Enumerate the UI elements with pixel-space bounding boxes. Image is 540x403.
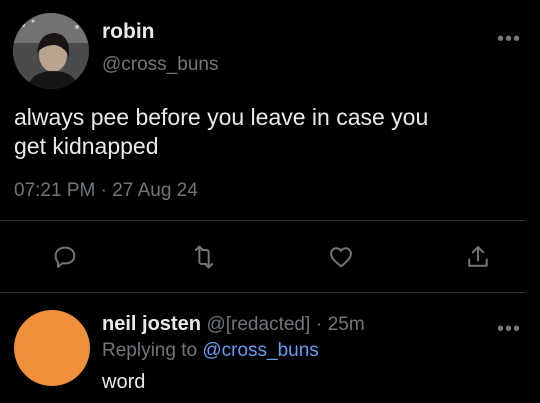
like-button[interactable] [324,240,358,274]
share-icon [468,246,488,267]
retweet-icon [194,245,214,269]
like-icon [330,247,352,268]
divider-top [0,220,526,221]
divider-bottom [0,292,526,293]
reply-button[interactable] [48,240,82,274]
reply-text: word [102,371,146,393]
author-handle[interactable]: @cross_buns [102,54,218,76]
replying-to-prefix: Replying to [102,340,198,361]
author-name[interactable]: robin [102,20,155,44]
date-separator: · [100,180,107,201]
reply-more-options-button[interactable]: ••• [497,318,521,341]
tweet-time: 07:21 PM [14,180,96,201]
tweet-timestamp[interactable]: 07:21 PM · 27 Aug 24 [14,180,198,202]
reply-avatar[interactable] [14,310,90,386]
reply-icon [54,246,76,268]
reply-separator: · [315,314,323,335]
author-avatar[interactable] [13,13,89,89]
reply-author-name[interactable]: neil josten [102,313,201,335]
retweet-button[interactable] [187,240,221,274]
tweet-date: 27 Aug 24 [112,180,198,201]
reply-author-handle[interactable]: @[redacted] [206,314,310,335]
replying-to-handle-link[interactable]: @cross_buns [202,340,318,361]
reply-header: neil josten @[redacted] · 25m [102,313,365,336]
share-button[interactable] [461,240,495,274]
tweet-text-line-2: get kidnapped [14,133,159,159]
tweet-text-line-1: always pee before you leave in case you [14,104,429,130]
more-options-button[interactable]: ••• [497,28,521,51]
reply-age: 25m [327,314,365,335]
replying-to: Replying to @cross_buns [102,340,319,362]
